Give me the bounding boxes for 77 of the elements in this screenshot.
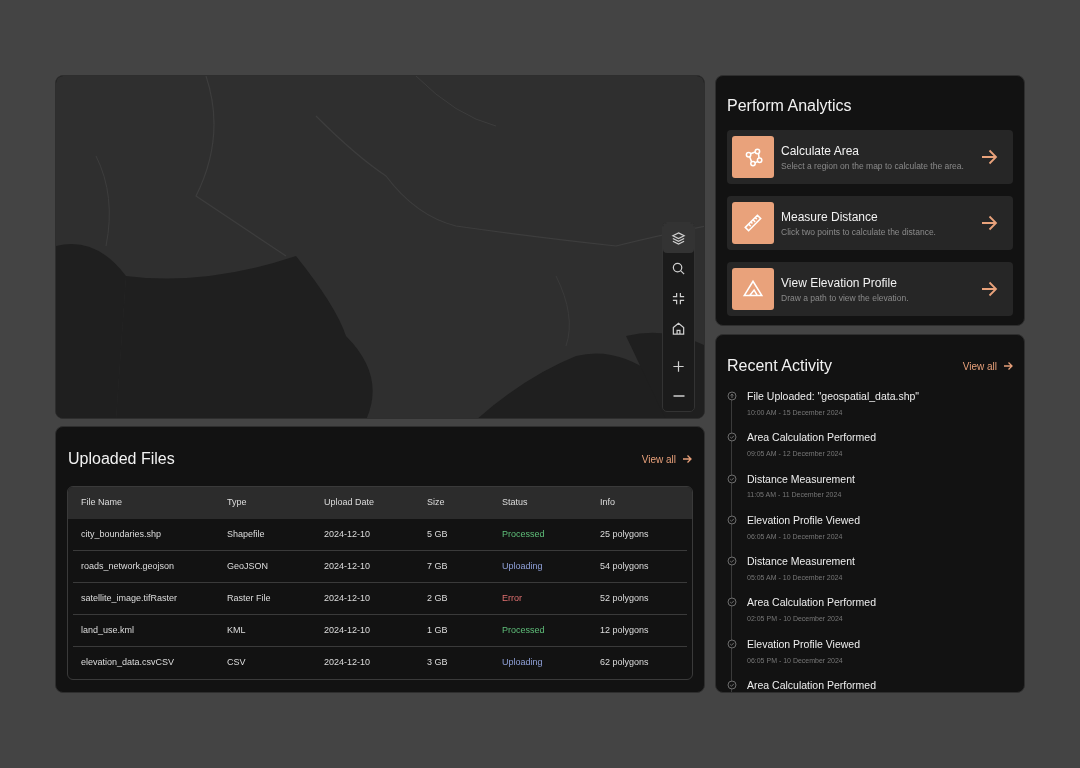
- home-icon: [671, 320, 686, 336]
- action-card[interactable]: Calculate Area Select a region on the map to calculate the area.: [727, 130, 1013, 184]
- action-card[interactable]: View Elevation Profile Draw a path to view the elevation.: [727, 262, 1013, 316]
- status-text: Error: [502, 591, 523, 605]
- check-icon: [727, 432, 737, 443]
- table-cell-text: land_use.kml: [81, 623, 136, 637]
- table-cell-text: 2024-12-10: [324, 527, 372, 541]
- column-header: Status: [502, 496, 529, 510]
- table-cell-text: CSV: [227, 656, 247, 670]
- panel-title: Recent Activity: [727, 356, 832, 376]
- action-description: Draw a path to view the elevation.: [781, 291, 910, 305]
- table-cell-text: Shapefile: [227, 527, 266, 541]
- activity-title: Distance Measurement: [747, 554, 855, 570]
- arrow-icon: [682, 454, 692, 464]
- check-icon: [727, 473, 737, 484]
- action-title: Measure Distance: [781, 208, 879, 226]
- zoom-in-icon: [671, 358, 686, 374]
- table-cell-text: GeoJSON: [227, 559, 269, 573]
- ruler-icon: [742, 212, 764, 234]
- table-cell-text: 3 GB: [427, 656, 449, 670]
- table-cell-text: 5 GB: [427, 527, 449, 541]
- column-header: Info: [600, 496, 616, 510]
- table-cell-text: 2 GB: [427, 591, 449, 605]
- table-cell-text: 7 GB: [427, 559, 449, 573]
- activity-title: Elevation Profile Viewed: [747, 636, 861, 652]
- action-title: Calculate Area: [781, 142, 861, 160]
- view-all-link[interactable]: View all: [641, 451, 692, 467]
- action-title: View Elevation Profile: [781, 274, 898, 292]
- check-icon: [727, 597, 737, 608]
- table-cell-text: 2024-12-10: [324, 591, 372, 605]
- table-cell-text: city_boundaries.shp: [81, 527, 163, 541]
- table-cell-text: satellite_image.tifRaster: [81, 591, 179, 605]
- table-cell-text: 52 polygons: [600, 591, 650, 605]
- column-header: File Name: [81, 496, 123, 510]
- action-description: Click two points to calculate the distance.: [781, 225, 937, 239]
- table-cell-text: 2024-12-10: [324, 623, 372, 637]
- panel-title: Uploaded Files: [68, 449, 175, 469]
- status-text: Uploading: [502, 656, 544, 670]
- table-cell-text: elevation_data.csvCSV: [81, 656, 176, 670]
- arrow-icon: [1003, 361, 1013, 371]
- panel-title: Perform Analytics: [726, 96, 853, 116]
- collapse-icon: [671, 290, 686, 306]
- table-cell-text: 2024-12-10: [324, 656, 372, 670]
- table-cell-text: 54 polygons: [600, 559, 650, 573]
- action-card[interactable]: Measure Distance Click two points to calculate the distance.: [727, 196, 1013, 250]
- activity-title: Area Calculation Performed: [747, 678, 876, 692]
- table-cell-text: 12 polygons: [600, 623, 650, 637]
- table-cell-text: 62 polygons: [600, 656, 650, 670]
- view-all-link[interactable]: View all: [962, 358, 1013, 374]
- layers-button[interactable]: [663, 223, 694, 253]
- check-icon: [727, 638, 737, 649]
- activity-title: Distance Measurement: [747, 471, 855, 487]
- action-description: Select a region on the map to calculate the area.: [781, 159, 965, 173]
- activity-title: File Uploaded: "geospatial_data.shp": [747, 389, 920, 404]
- layers-icon: [671, 230, 686, 246]
- status-text: Uploading: [502, 559, 544, 573]
- arrow-icon: [980, 280, 998, 298]
- search-icon: [671, 260, 686, 276]
- activity-title: Elevation Profile Viewed: [747, 512, 861, 528]
- status-text: Processed: [502, 623, 546, 637]
- check-icon: [727, 514, 737, 525]
- upload-icon: [727, 391, 737, 401]
- table-cell-text: 25 polygons: [600, 527, 650, 541]
- table-cell-text: 1 GB: [427, 623, 449, 637]
- column-header: Type: [227, 496, 248, 510]
- column-header: Upload Date: [324, 496, 376, 510]
- table-cell-text: roads_network.geojson: [81, 559, 176, 573]
- activity-title: Area Calculation Performed: [747, 595, 876, 611]
- table-cell-text: Raster File: [227, 591, 272, 605]
- table-cell-text: 2024-12-10: [324, 559, 372, 573]
- arrow-icon: [980, 214, 998, 232]
- status-text: Processed: [502, 527, 546, 541]
- column-header: Size: [427, 496, 446, 510]
- arrow-icon: [980, 148, 998, 166]
- check-icon: [727, 556, 737, 567]
- activity-title: Area Calculation Performed: [747, 430, 876, 446]
- table-cell-text: KML: [227, 623, 247, 637]
